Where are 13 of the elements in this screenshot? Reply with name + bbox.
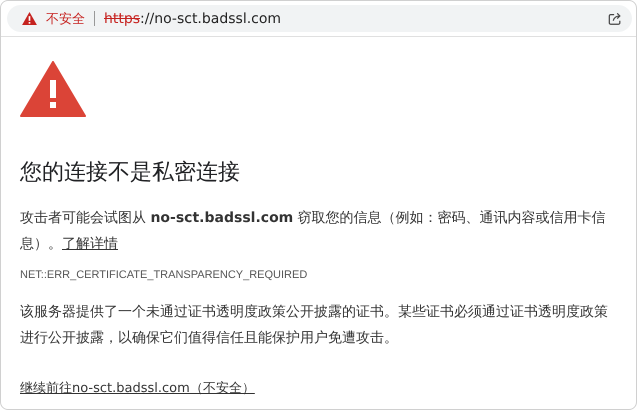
url-text: ://no-sct.badssl.com: [140, 10, 282, 26]
error-code: NET::ERR_CERTIFICATE_TRANSPARENCY_REQUIRED: [20, 269, 308, 281]
warning-icon: [20, 61, 86, 117]
description-text: 攻击者可能会试图从 no-sct.badssl.com 窃取您的信息（例如：密码、通讯内容或信用卡信息）。了解详情: [20, 209, 607, 254]
security-label: 不安全: [46, 10, 85, 28]
share-icon[interactable]: [608, 12, 622, 26]
warning-icon: [22, 12, 37, 25]
page-heading: 您的连接不是私密连接: [20, 159, 241, 187]
proceed-link[interactable]: 继续前往no-sct.badssl.com（不安全）: [20, 379, 255, 397]
explanation-text: 该服务器提供了一个未通过证书透明度政策公开披露的证书。某些证书必须通过证书透明度政策进行公开披露，以确保它们值得信任且能保护用户免遭攻击。: [20, 303, 609, 348]
learn-more-link[interactable]: 了解详情: [62, 236, 118, 252]
address-bar[interactable]: 不安全 https://no-sct.badssl.com: [7, 5, 632, 32]
url-scheme: https: [104, 10, 140, 26]
